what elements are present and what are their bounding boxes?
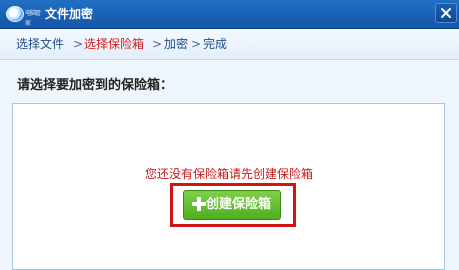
- select-vault-prompt: 请选择要加密到的保险箱：: [17, 78, 174, 93]
- breadcrumb-step-encrypt: 加密: [164, 37, 189, 51]
- plus-icon: [192, 197, 206, 211]
- close-icon: [441, 8, 451, 18]
- breadcrumb-separator: >: [191, 37, 202, 51]
- app-logo-icon: [6, 6, 24, 22]
- file-encrypt-dialog: 电脑管家 文件加密 选择文件 > 选择保险箱 > 加密 > 完成 请选择要加密到…: [0, 0, 459, 270]
- close-button[interactable]: [435, 3, 457, 23]
- breadcrumb: 选择文件 > 选择保险箱 > 加密 > 完成: [0, 29, 459, 60]
- create-vault-button[interactable]: 创建保险箱: [183, 190, 281, 220]
- breadcrumb-separator: >: [73, 37, 84, 51]
- create-vault-label: 创建保险箱: [206, 197, 272, 212]
- title-bar: 电脑管家 文件加密: [0, 0, 459, 29]
- breadcrumb-separator: >: [152, 37, 163, 51]
- breadcrumb-step-done: 完成: [203, 37, 228, 51]
- empty-vault-message: 您还没有保险箱请先创建保险箱: [145, 167, 314, 181]
- app-logo-text: 电脑管家: [25, 10, 41, 27]
- breadcrumb-step-select-file: 选择文件: [16, 37, 65, 51]
- breadcrumb-step-select-vault: 选择保险箱: [84, 37, 145, 51]
- window-title: 文件加密: [45, 7, 94, 21]
